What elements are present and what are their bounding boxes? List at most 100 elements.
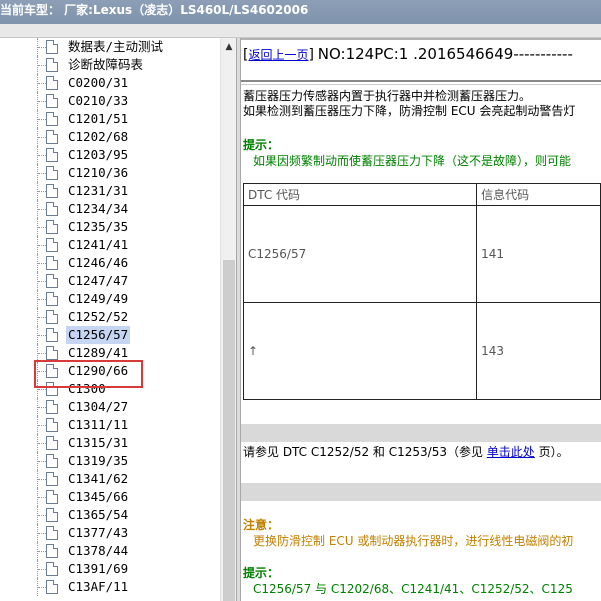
description-line-1: 蓄压器压力传感器内置于执行器中并检测蓄压器压力。 [243,89,532,103]
info-code-cell: 143 [476,302,601,400]
tree-connector-line [38,587,46,588]
document-icon [46,310,58,324]
tree-item[interactable]: C13AF/11 [0,578,220,596]
tree-connector-line [38,209,46,210]
tree-connector-line [38,299,46,300]
document-icon [46,220,58,234]
document-content: [返回上一页] NO:124PC:1 .2016546649----------… [241,38,601,601]
hint-title-2: 提示： [243,566,280,580]
hint-title: 提示： [243,138,280,152]
document-icon [46,58,58,72]
dtc-table-header: DTC 代码 信息代码 [242,183,601,206]
scroll-up-arrow-icon[interactable]: ▲ [221,38,237,56]
document-icon [46,130,58,144]
tree-connector-line [38,461,46,462]
tree-item-label: C1345/66 [68,489,129,504]
document-icon [46,202,58,216]
tree-item[interactable]: C1341/62 [0,470,220,488]
tree-item[interactable]: C0210/33 [0,92,220,110]
tree-item[interactable]: C1311/11 [0,416,220,434]
tree-connector-line [38,515,46,516]
tree-item[interactable]: C1241/41 [0,236,220,254]
click-here-link[interactable]: 单击此处 [487,445,535,459]
tree-connector-line [38,227,46,228]
tree-connector-line [38,119,46,120]
dtc-code-cell: C1256/57 [242,205,478,303]
tree-item-label: C1202/68 [68,129,129,144]
notice-text: 更换防滑控制 ECU 或制动器执行器时，进行线性电磁阀的初 [253,534,574,548]
tree-item[interactable]: C1315/31 [0,434,220,452]
tree-connector-line [38,47,46,48]
tree-item-label: C1201/51 [68,111,129,126]
tree-connector-line [38,101,46,102]
tree-connector-line [38,443,46,444]
tree-item[interactable]: C1246/46 [0,254,220,272]
tree-item[interactable]: C1201/51 [0,110,220,128]
info-code-cell: 141 [476,205,601,303]
tree-connector-line [38,407,46,408]
tree-item-label: C1311/11 [68,417,129,432]
tree-item[interactable]: C1203/95 [0,146,220,164]
tree-item[interactable]: C1247/47 [0,272,220,290]
tree-item[interactable]: C1377/43 [0,524,220,542]
section-band [241,424,601,442]
tree-connector-line [38,191,46,192]
tree-item[interactable]: C1235/35 [0,218,220,236]
tree-connector-line [38,353,46,354]
tree-item[interactable]: C1231/31 [0,182,220,200]
tree-item-label: C1231/31 [68,183,129,198]
dtc-header-code: DTC 代码 [242,183,478,206]
tree-item[interactable]: C1252/52 [0,308,220,326]
document-icon [46,328,58,342]
tree-item[interactable]: C1234/34 [0,200,220,218]
tree-item[interactable]: C1202/68 [0,128,220,146]
tree-item[interactable]: C1249/49 [0,290,220,308]
tree-item-label: C1234/34 [68,201,129,216]
dtc-code-cell: ↑ [242,302,478,400]
document-icon [46,184,58,198]
tree-item[interactable]: C1378/44 [0,542,220,560]
tree-connector-line [38,389,46,390]
document-icon [46,562,58,576]
tree-item[interactable]: C0200/31 [0,74,220,92]
tree-item[interactable]: C1391/69 [0,560,220,578]
tree-connector-line [38,533,46,534]
tree-connector-line [38,497,46,498]
tree-item[interactable]: 数据表/主动测试 [0,38,220,56]
tree-item-label: C1203/95 [68,147,129,162]
document-icon [46,238,58,252]
document-icon [46,400,58,414]
document-icon [46,526,58,540]
tree-connector-line [38,65,46,66]
tree-item[interactable]: C1365/54 [0,506,220,524]
tree-item[interactable]: C1210/36 [0,164,220,182]
tree-item-label: 数据表/主动测试 [68,39,164,54]
description-line-2: 如果检测到蓄压器压力下降，防滑控制 ECU 会亮起制动警告灯 [243,104,576,118]
tree-connector-line [38,83,46,84]
tree-connector-line [38,173,46,174]
header-divider [241,80,601,85]
tree-item-label: 诊断故障码表 [68,57,144,72]
tree-scrollbar[interactable]: ▲ [220,38,236,601]
tree-connector-line [38,317,46,318]
tree-item[interactable]: C1304/27 [0,398,220,416]
document-icon [46,454,58,468]
tree-connector-line [38,281,46,282]
scroll-thumb[interactable] [223,260,235,601]
back-link[interactable]: 返回上一页 [248,48,308,62]
tree-item-label: C0210/33 [68,93,129,108]
tree-item-label: C1235/35 [68,219,129,234]
document-icon [46,436,58,450]
tree-connector-line [38,263,46,264]
tree-connector-line [38,479,46,480]
tree-item-label: C1315/31 [68,435,129,450]
tree-item[interactable]: 诊断故障码表 [0,56,220,74]
document-icon [46,112,58,126]
tree-item[interactable]: C1256/57 [0,326,220,344]
tree-item-label: C1246/46 [68,255,129,270]
tree-item-label: C1247/47 [68,273,129,288]
tree-item[interactable]: C1345/66 [0,488,220,506]
tree-panel: 数据表/主动测试 诊断故障码表 C0200/31 C0210/33 C1201/51 C1… [0,38,236,601]
window-title-bar: 当前车型： 厂家:Lexus（凌志）LS460L/LS4602006 [0,0,601,24]
tree-item[interactable]: C1319/35 [0,452,220,470]
